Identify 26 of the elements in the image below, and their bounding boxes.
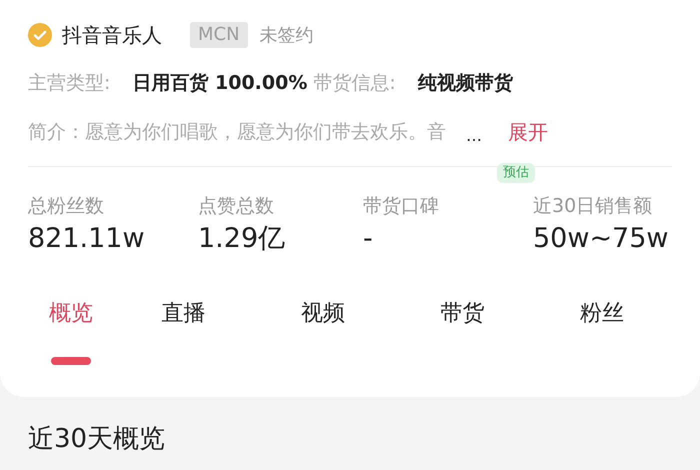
mcn-tag: MCN [190,22,248,48]
stat-label: 点赞总数 [198,194,275,219]
stat-value: 50w~75w [533,222,670,256]
expand-link[interactable]: 展开 [508,117,548,147]
stat-label: 近30日销售额 [533,194,654,219]
active-tab-indicator [50,357,91,365]
estimate-badge: 预估 [497,163,535,183]
stat-label: 总粉丝数 [28,194,105,219]
tab[interactable]: 粉丝 [580,299,624,329]
bio-text: 简介：愿意为你们唱歌，愿意为你们带去欢乐。音 [28,120,446,145]
info-value: 纯视频带货 [418,70,513,96]
tab[interactable]: 直播 [162,299,206,329]
section-title: 近30天概览 [27,423,166,455]
stat-value: 1.29亿 [198,222,286,256]
stat-label: 带货口碑 [363,194,440,219]
tab[interactable]: 视频 [301,299,346,329]
tab[interactable]: 概览 [48,299,93,329]
info-value: 日用百货 100.00% [132,70,308,96]
mcn-status: 未签约 [260,24,314,48]
author-name: 抖音音乐人 [62,22,162,49]
info-label: 主营类型: [28,70,110,96]
info-label: 带货信息: [313,70,396,96]
stat-value: 821.11w [28,222,146,256]
stat-value: - [363,222,374,256]
tab[interactable]: 带货 [440,299,485,329]
ellipsis: … [466,125,482,147]
